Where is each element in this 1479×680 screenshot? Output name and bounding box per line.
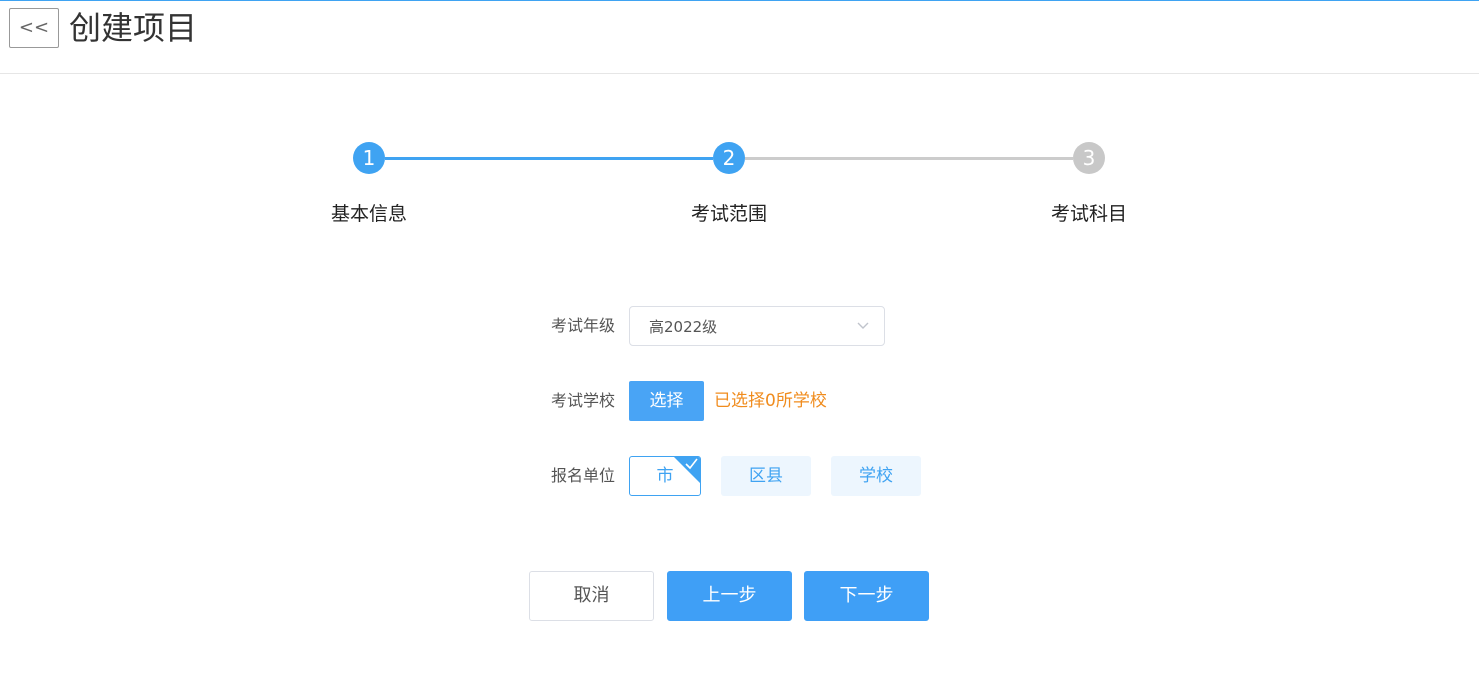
unit-label: 报名单位 bbox=[550, 466, 615, 485]
selected-school-count: 已选择0所学校 bbox=[714, 391, 827, 411]
unit-option-city[interactable]: 市 bbox=[629, 456, 701, 496]
grade-select[interactable]: 高2022级 bbox=[629, 306, 885, 346]
step-2-label: 考试范围 bbox=[690, 203, 767, 225]
step-connector-2-3 bbox=[745, 157, 1073, 160]
cancel-button[interactable]: 取消 bbox=[529, 571, 654, 621]
step-3-label: 考试科目 bbox=[1050, 203, 1127, 225]
unit-option-label: 市 bbox=[656, 466, 674, 486]
previous-step-button[interactable]: 上一步 bbox=[667, 571, 792, 621]
grade-label: 考试年级 bbox=[550, 316, 615, 335]
choose-school-button[interactable]: 选择 bbox=[629, 381, 704, 421]
check-icon bbox=[685, 458, 698, 470]
chevron-down-icon bbox=[857, 322, 869, 329]
stepper: 1 2 3 基本信息 考试范围 考试科目 bbox=[0, 0, 1479, 260]
step-1-circle: 1 bbox=[353, 142, 385, 174]
unit-option-school[interactable]: 学校 bbox=[831, 456, 921, 496]
grade-select-value: 高2022级 bbox=[649, 318, 718, 336]
step-3-circle: 3 bbox=[1073, 142, 1105, 174]
school-label: 考试学校 bbox=[550, 391, 615, 410]
step-1-label: 基本信息 bbox=[330, 203, 407, 225]
step-2-circle: 2 bbox=[713, 142, 745, 174]
next-step-button[interactable]: 下一步 bbox=[804, 571, 929, 621]
unit-option-district[interactable]: 区县 bbox=[721, 456, 811, 496]
step-connector-1-2 bbox=[385, 157, 713, 160]
